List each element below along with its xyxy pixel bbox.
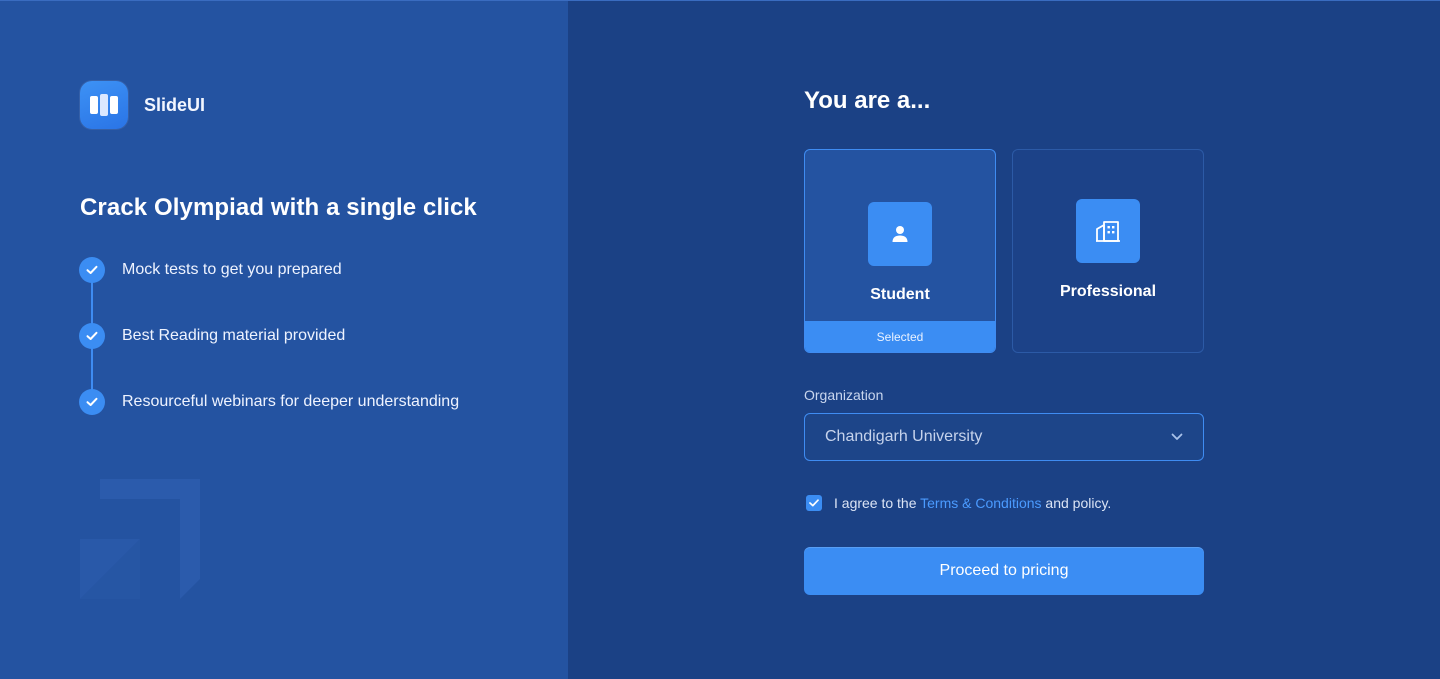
brand-name: SlideUI	[144, 94, 206, 115]
organization-select[interactable]: Chandigarh University	[804, 413, 1204, 461]
proceed-to-pricing-button[interactable]: Proceed to pricing	[804, 547, 1204, 595]
role-card-student[interactable]: Student Selected	[804, 149, 996, 353]
terms-text: I agree to the Terms & Conditions and po…	[834, 495, 1111, 511]
right-panel: You are a... Student Selected Profession…	[568, 0, 1440, 679]
left-panel: SlideUI Crack Olympiad with a single cli…	[0, 0, 568, 679]
feature-text: Mock tests to get you prepared	[122, 261, 342, 278]
terms-suffix: and policy.	[1041, 495, 1112, 511]
terms-link[interactable]: Terms & Conditions	[920, 495, 1041, 511]
brand[interactable]: SlideUI	[80, 81, 205, 129]
feature-text: Best Reading material provided	[122, 327, 346, 344]
organization-value: Chandigarh University	[825, 428, 983, 445]
feature-item: Resourceful webinars for deeper understa…	[79, 389, 460, 415]
check-icon	[79, 257, 105, 283]
feature-text: Resourceful webinars for deeper understa…	[122, 393, 460, 410]
terms-prefix: I agree to the	[834, 495, 921, 511]
terms-agreement: I agree to the Terms & Conditions and po…	[806, 495, 1111, 511]
terms-checkbox[interactable]	[806, 495, 822, 511]
organization-label: Organization	[804, 387, 884, 403]
building-icon	[1076, 199, 1140, 263]
book-icon	[80, 81, 128, 129]
chevron-down-icon	[1171, 428, 1183, 446]
user-icon	[868, 202, 932, 266]
hero-headline: Crack Olympiad with a single click	[80, 194, 477, 221]
feature-item: Best Reading material provided	[79, 323, 346, 349]
role-label: Professional	[1059, 283, 1157, 300]
check-icon	[79, 323, 105, 349]
check-icon	[79, 389, 105, 415]
selected-badge: Selected	[805, 321, 995, 352]
role-label: Student	[870, 286, 930, 303]
form-title: You are a...	[804, 87, 931, 114]
feature-item: Mock tests to get you prepared	[79, 257, 342, 283]
role-card-professional[interactable]: Professional	[1012, 149, 1204, 353]
decorative-arrow-shape	[80, 479, 200, 599]
